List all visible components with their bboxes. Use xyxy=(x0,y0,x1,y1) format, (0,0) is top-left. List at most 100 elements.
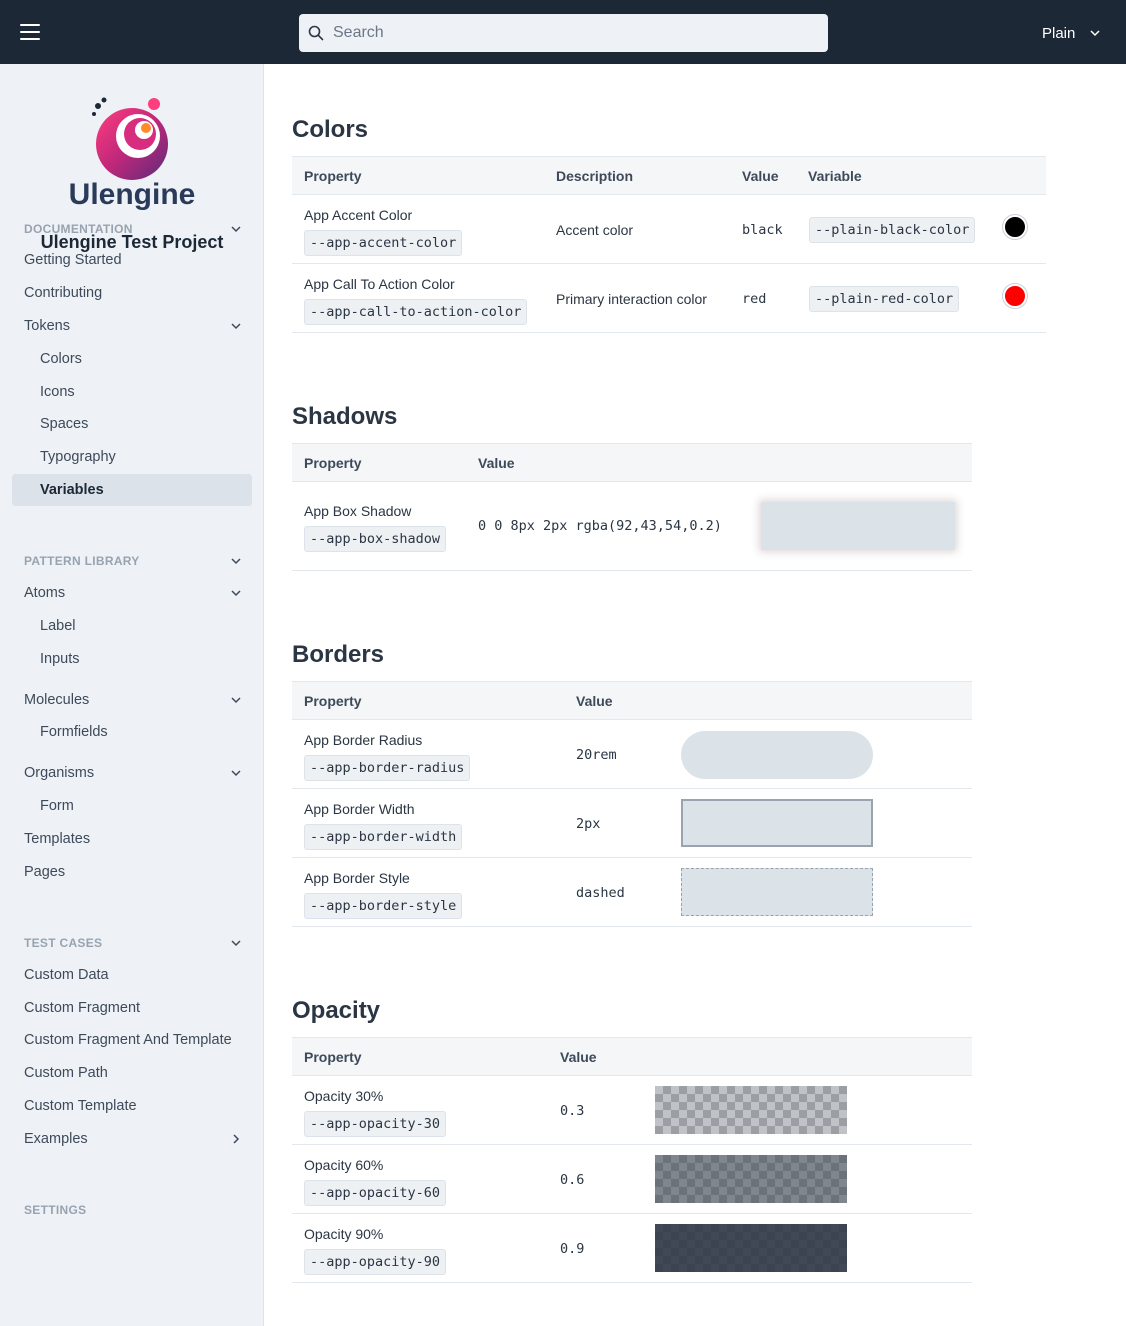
sidebar-item-label: Formfields xyxy=(40,724,108,740)
property-value: 0.9 xyxy=(560,1241,585,1257)
chevron-down-icon xyxy=(1090,30,1100,37)
sidebar-item-pages[interactable]: Pages xyxy=(12,856,252,888)
opacity-table: Property Value Opacity 30% --app-opacity… xyxy=(292,1037,972,1283)
property-value: black xyxy=(742,222,783,238)
sidebar-item-label: Variables xyxy=(40,482,104,498)
chevron-right-icon[interactable] xyxy=(230,1133,242,1145)
sidebar-item-molecules[interactable]: Molecules xyxy=(12,684,252,716)
sidebar-item-templates[interactable]: Templates xyxy=(12,823,252,855)
sidebar-section-test-cases[interactable]: TEST CASES xyxy=(12,927,252,959)
property-name: App Border Width xyxy=(304,801,415,817)
sidebar-item-custom-path[interactable]: Custom Path xyxy=(12,1057,252,1089)
sidebar-item-spaces[interactable]: Spaces xyxy=(12,408,252,440)
property-value: red xyxy=(742,291,767,307)
table-header: Property Value xyxy=(292,1038,972,1076)
table-header: Property Value xyxy=(292,682,972,720)
header-property: Property xyxy=(304,168,362,184)
header-value: Value xyxy=(576,693,613,709)
header-value: Value xyxy=(560,1049,597,1065)
sidebar-item-label: Examples xyxy=(24,1131,88,1147)
header-variable: Variable xyxy=(808,168,862,184)
chevron-down-icon[interactable] xyxy=(230,937,242,949)
table-row: App Border Radius --app-border-radius 20… xyxy=(292,720,972,789)
sidebar-item-variables[interactable]: Variables xyxy=(12,474,252,506)
property-var: --app-opacity-30 xyxy=(304,1111,447,1137)
border-radius-demo xyxy=(681,731,873,779)
opacity-overlay xyxy=(655,1224,847,1272)
table-row: Opacity 90% --app-opacity-90 0.9 xyxy=(292,1214,972,1283)
property-name: Opacity 60% xyxy=(304,1157,384,1173)
sidebar-item-label: Custom Path xyxy=(24,1065,108,1081)
chevron-down-icon[interactable] xyxy=(230,767,242,779)
property-name: App Border Style xyxy=(304,870,410,886)
header-property: Property xyxy=(304,1049,362,1065)
color-swatch-black xyxy=(1003,215,1027,239)
sidebar-item-label: Custom Fragment xyxy=(24,1000,141,1016)
sidebar-item-tokens[interactable]: Tokens xyxy=(12,310,252,342)
sidebar-item-typography[interactable]: Typography xyxy=(12,441,252,473)
sidebar-item-label: SETTINGS xyxy=(24,1203,87,1217)
sidebar-section-settings[interactable]: SETTINGS xyxy=(12,1194,252,1226)
chevron-down-icon[interactable] xyxy=(230,320,242,332)
sidebar-item-custom-fragment-and-template[interactable]: Custom Fragment And Template xyxy=(12,1024,252,1056)
table-row: Opacity 60% --app-opacity-60 0.6 xyxy=(292,1145,972,1214)
sidebar-item-label[interactable]: Label xyxy=(12,610,252,642)
sidebar-item-getting-started[interactable]: Getting Started xyxy=(12,244,252,276)
property-value: 20rem xyxy=(576,747,617,763)
property-var: --app-border-style xyxy=(304,893,463,919)
svg-text:Ulengine: Ulengine xyxy=(69,178,196,211)
table-row: App Accent Color --app-accent-color Acce… xyxy=(292,195,1046,264)
sidebar-item-label: TEST CASES xyxy=(24,936,103,950)
section-title-opacity: Opacity xyxy=(292,997,381,1024)
sidebar-section-documentation[interactable]: DOCUMENTATION xyxy=(12,213,252,245)
sidebar-section-pattern-library[interactable]: PATTERN LIBRARY xyxy=(12,545,252,577)
property-var: --app-call-to-action-color xyxy=(304,299,528,325)
border-width-demo xyxy=(681,799,873,847)
sidebar-item-label: Custom Data xyxy=(24,967,109,983)
property-name: Opacity 90% xyxy=(304,1226,384,1242)
sidebar-item-label: Typography xyxy=(40,449,116,465)
sidebar-item-label: Custom Template xyxy=(24,1098,137,1114)
shadow-demo-box xyxy=(761,502,955,550)
sidebar-item-label: Atoms xyxy=(24,585,66,601)
sidebar-item-label: Inputs xyxy=(40,651,80,667)
section-title-shadows: Shadows xyxy=(292,403,398,430)
header-value: Value xyxy=(742,168,779,184)
property-var: --app-accent-color xyxy=(304,230,463,256)
section-title-colors: Colors xyxy=(292,116,369,143)
menu-icon[interactable] xyxy=(20,24,40,40)
chevron-down-icon[interactable] xyxy=(230,555,242,567)
search-input[interactable] xyxy=(333,14,813,52)
sidebar-item-custom-fragment[interactable]: Custom Fragment xyxy=(12,992,252,1024)
property-description: Primary interaction color xyxy=(556,291,707,307)
chevron-down-icon[interactable] xyxy=(230,223,242,235)
property-variable: --plain-red-color xyxy=(809,286,960,312)
sidebar-item-organisms[interactable]: Organisms xyxy=(12,757,252,789)
sidebar-item-colors[interactable]: Colors xyxy=(12,343,252,375)
property-name: App Border Radius xyxy=(304,732,423,748)
sidebar-item-examples[interactable]: Examples xyxy=(12,1123,252,1155)
borders-table: Property Value App Border Radius --app-b… xyxy=(292,681,972,927)
sidebar-item-icons[interactable]: Icons xyxy=(12,376,252,408)
sidebar-item-custom-data[interactable]: Custom Data xyxy=(12,959,252,991)
sidebar-item-formfields[interactable]: Formfields xyxy=(12,716,252,748)
search-icon xyxy=(308,25,324,41)
sidebar-item-label: Colors xyxy=(40,351,82,367)
search-box[interactable] xyxy=(299,14,828,52)
property-name: App Accent Color xyxy=(304,207,413,223)
property-description: Accent color xyxy=(556,222,634,238)
sidebar-item-form[interactable]: Form xyxy=(12,790,252,822)
sidebar-item-inputs[interactable]: Inputs xyxy=(12,643,252,675)
table-header: Property Description Value Variable xyxy=(292,157,1046,195)
theme-select[interactable]: Plain xyxy=(1042,22,1101,44)
sidebar-item-label: Organisms xyxy=(24,765,95,781)
header-property: Property xyxy=(304,455,362,471)
color-swatch-red xyxy=(1003,284,1027,308)
chevron-down-icon[interactable] xyxy=(230,587,242,599)
sidebar-item-custom-template[interactable]: Custom Template xyxy=(12,1090,252,1122)
sidebar-item-contributing[interactable]: Contributing xyxy=(12,277,252,309)
sidebar-item-atoms[interactable]: Atoms xyxy=(12,577,252,609)
sidebar-item-label: Form xyxy=(40,798,74,814)
chevron-down-icon[interactable] xyxy=(230,694,242,706)
colors-table: Property Description Value Variable App … xyxy=(292,156,1046,333)
